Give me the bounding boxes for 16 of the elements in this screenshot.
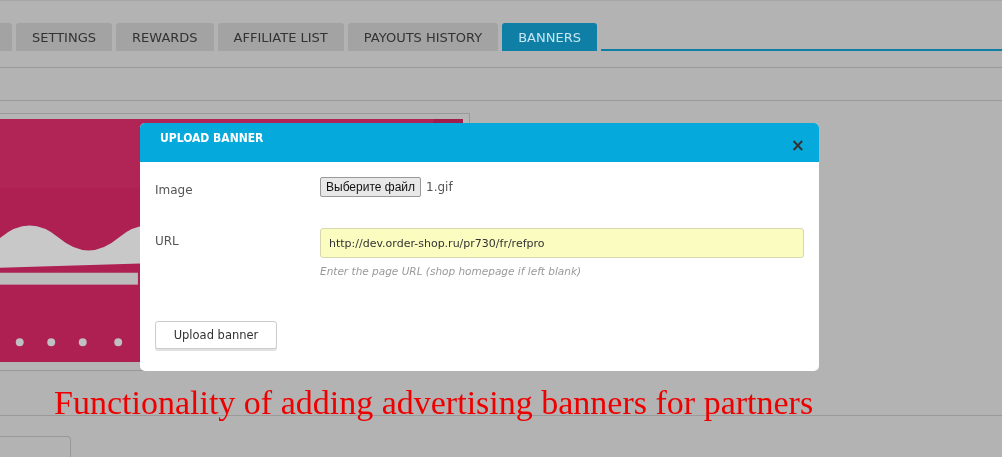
panel [0, 436, 71, 457]
url-field[interactable]: http://dev.order-shop.ru/pr730/fr/refpro [320, 228, 804, 258]
tab[interactable]: AFFILIATE LIST [217, 23, 344, 51]
help-text: Enter the page URL (shop homepage if left blank) [320, 265, 583, 277]
file-name: 1.gif [426, 180, 453, 194]
field-label: URL [155, 233, 180, 250]
field-label: Image [155, 182, 194, 197]
tab[interactable]: BANNERS [502, 23, 597, 51]
tab[interactable]: PAYOUTS HISTORY [347, 23, 499, 51]
tab[interactable]: REWARDS [116, 23, 214, 51]
upload-button[interactable]: Upload banner [155, 321, 277, 349]
dialog-title: UPLOAD BANNER [160, 130, 264, 145]
close-button[interactable]: × [790, 135, 805, 155]
tab[interactable]: SETTINGS [16, 23, 112, 51]
caption: Functionality of adding advertising banners for partners [54, 384, 814, 422]
choose-file-button[interactable]: Выберите файл [320, 177, 422, 197]
